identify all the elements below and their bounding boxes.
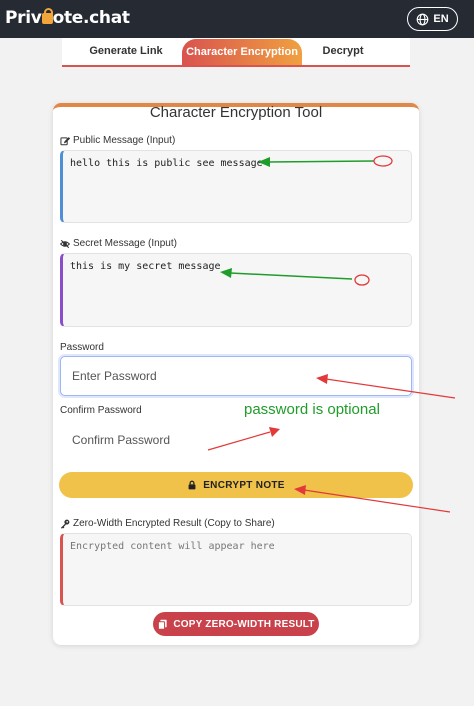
tab-decrypt[interactable]: Decrypt (308, 38, 378, 64)
app-header: Priv ote.chat EN (0, 0, 474, 38)
tab-character-encryption[interactable]: Character Encryption (182, 39, 302, 65)
public-message-label-text: Public Message (Input) (73, 135, 176, 146)
encrypt-note-button[interactable]: ENCRYPT NOTE (59, 472, 413, 498)
secret-message-label: Secret Message (Input) (60, 238, 177, 249)
edit-icon (60, 136, 70, 145)
result-label: Zero-Width Encrypted Result (Copy to Sha… (60, 518, 275, 529)
logo[interactable]: Priv ote.chat (5, 8, 130, 28)
public-message-label: Public Message (Input) (60, 135, 175, 146)
logo-text-start: Priv (5, 8, 42, 28)
confirm-password-label: Confirm Password (60, 405, 142, 416)
confirm-password-input[interactable]: Confirm Password (60, 420, 412, 460)
lock-icon (41, 8, 53, 24)
copy-zero-width-result-button[interactable]: COPY ZERO-WIDTH RESULT (153, 612, 319, 636)
encrypted-result-output[interactable]: Encrypted content will appear here (60, 533, 412, 606)
result-label-text: Zero-Width Encrypted Result (Copy to Sha… (73, 518, 275, 529)
page-title: Character Encryption Tool (149, 104, 323, 121)
password-optional-note: password is optional (244, 401, 380, 418)
password-input[interactable]: Enter Password (60, 356, 412, 396)
logo-text-end: ote.chat (52, 8, 130, 28)
copy-icon (158, 619, 167, 630)
globe-icon (417, 13, 429, 25)
language-label: EN (433, 13, 449, 25)
encrypt-note-label: ENCRYPT NOTE (203, 479, 285, 491)
password-label: Password (60, 342, 104, 353)
secret-message-label-text: Secret Message (Input) (73, 238, 177, 249)
tab-bar: Generate Link Character Encryption Decry… (62, 38, 410, 67)
key-icon (60, 519, 70, 529)
eye-slash-icon (60, 239, 70, 248)
lock-icon (188, 480, 196, 490)
tab-generate-link[interactable]: Generate Link (76, 38, 176, 64)
copy-button-label: COPY ZERO-WIDTH RESULT (173, 618, 315, 630)
public-message-input[interactable]: hello this is public see message (60, 150, 412, 223)
language-selector[interactable]: EN (407, 7, 458, 31)
secret-message-input[interactable]: this is my secret message (60, 253, 412, 327)
